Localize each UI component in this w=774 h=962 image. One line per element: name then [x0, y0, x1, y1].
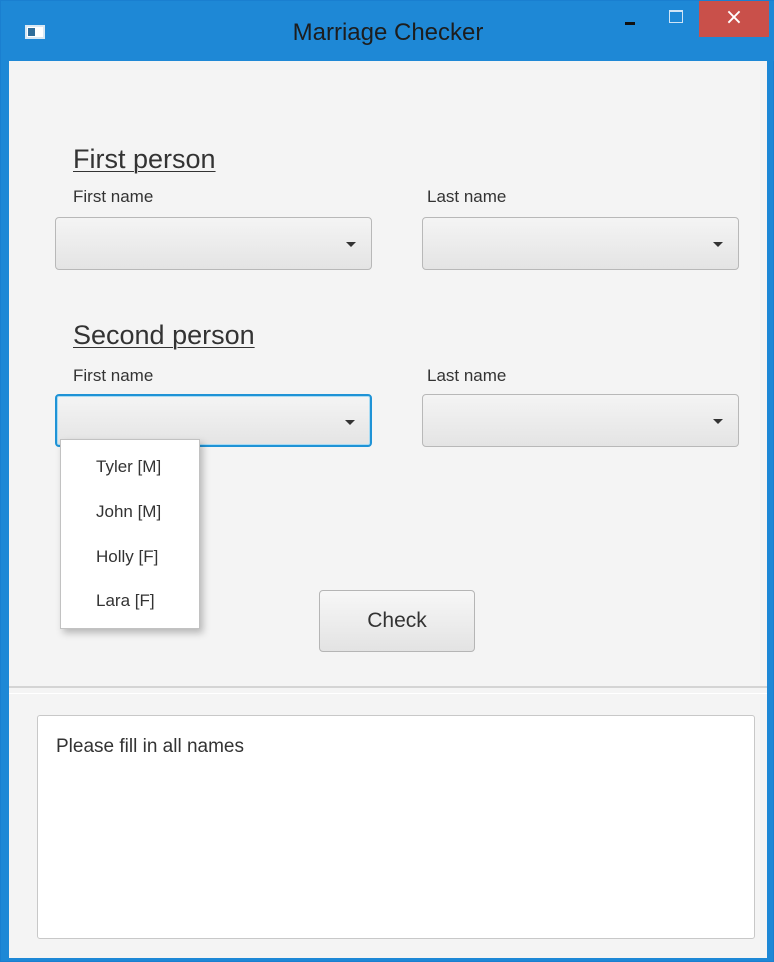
result-output-area[interactable]: Please fill in all names: [37, 715, 755, 939]
first-name-dropdown-popup: Tyler [M] John [M] Holly [F] Lara [F]: [60, 439, 200, 629]
dropdown-option-holly[interactable]: Holly [F]: [96, 547, 158, 567]
section-divider: [9, 686, 767, 694]
marriage-checker-window: Marriage Checker × First person First na…: [0, 0, 774, 962]
close-button[interactable]: ×: [699, 1, 769, 37]
second-person-last-name-label: Last name: [427, 366, 507, 385]
second-person-last-name-combo[interactable]: [422, 394, 739, 447]
check-button[interactable]: Check: [319, 590, 475, 652]
chevron-down-icon: [345, 420, 355, 425]
dropdown-option-lara[interactable]: Lara [F]: [96, 591, 155, 611]
maximize-button[interactable]: [654, 1, 698, 37]
chevron-down-icon: [713, 419, 723, 424]
first-person-heading: First person: [73, 144, 216, 174]
main-content: First person First name Last name Second…: [9, 61, 767, 958]
first-person-last-name-label: Last name: [427, 187, 507, 206]
first-person-first-name-label: First name: [73, 187, 154, 206]
second-person-heading: Second person: [73, 320, 255, 350]
chevron-down-icon: [713, 242, 723, 247]
first-person-last-name-combo[interactable]: [422, 217, 739, 270]
close-icon: ×: [724, 5, 744, 30]
second-person-first-name-label: First name: [73, 366, 154, 385]
result-message: Please fill in all names: [56, 736, 244, 757]
chevron-down-icon: [346, 242, 356, 247]
dropdown-option-john[interactable]: John [M]: [96, 502, 161, 522]
window-titlebar: Marriage Checker ×: [1, 1, 774, 61]
first-person-first-name-combo[interactable]: [55, 217, 372, 270]
dropdown-option-tyler[interactable]: Tyler [M]: [96, 457, 161, 477]
minimize-button[interactable]: [609, 1, 653, 37]
